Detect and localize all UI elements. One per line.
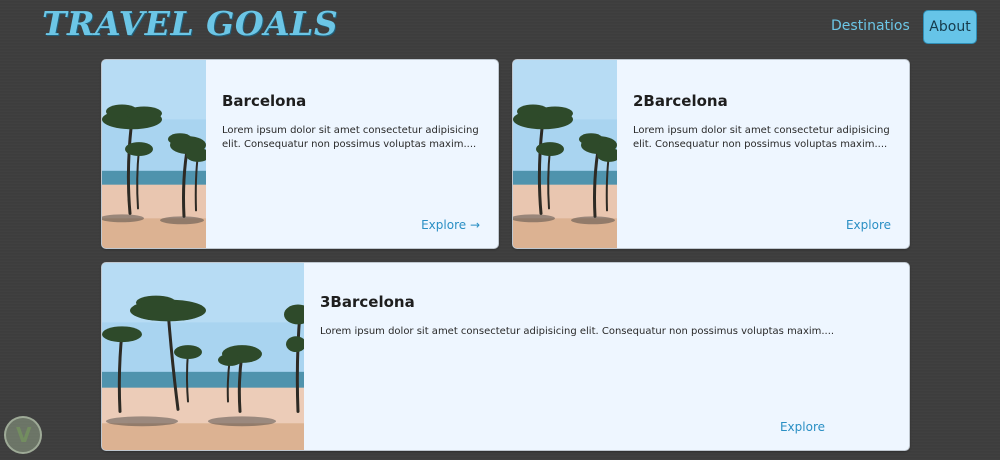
card-body: 2Barcelona Lorem ipsum dolor sit amet co… bbox=[617, 60, 909, 248]
destination-card: 2Barcelona Lorem ipsum dolor sit amet co… bbox=[512, 59, 910, 249]
card-description: Lorem ipsum dolor sit amet consectetur a… bbox=[320, 326, 835, 337]
explore-link[interactable]: Explore → bbox=[421, 218, 480, 232]
site-logo[interactable]: TRAVEL GOALS bbox=[42, 4, 338, 43]
card-description: Lorem ipsum dolor sit amet consectetur a… bbox=[633, 125, 890, 150]
card-title: 3Barcelona bbox=[320, 293, 415, 311]
nav-about-button[interactable]: About bbox=[923, 10, 977, 44]
destination-card: Barcelona Lorem ipsum dolor sit amet con… bbox=[101, 59, 499, 249]
destination-card: 3Barcelona Lorem ipsum dolor sit amet co… bbox=[101, 262, 910, 451]
barcelona-beach-image bbox=[102, 263, 304, 450]
card-description: Lorem ipsum dolor sit amet consectetur a… bbox=[222, 125, 479, 150]
explore-link[interactable]: Explore bbox=[780, 420, 825, 434]
card-body: 3Barcelona Lorem ipsum dolor sit amet co… bbox=[304, 263, 909, 450]
palm-beach-illustration bbox=[102, 60, 206, 248]
barcelona-beach-image bbox=[513, 60, 617, 248]
palm-beach-illustration bbox=[513, 60, 617, 248]
palm-beach-illustration bbox=[102, 263, 304, 450]
card-title: 2Barcelona bbox=[633, 92, 728, 110]
barcelona-beach-image bbox=[102, 60, 206, 248]
card-title: Barcelona bbox=[222, 92, 307, 110]
explore-link[interactable]: Explore bbox=[846, 218, 891, 232]
card-body: Barcelona Lorem ipsum dolor sit amet con… bbox=[206, 60, 498, 248]
v-shield-icon: V bbox=[4, 416, 42, 454]
nav-destinations-link[interactable]: Destinatios bbox=[831, 18, 910, 34]
